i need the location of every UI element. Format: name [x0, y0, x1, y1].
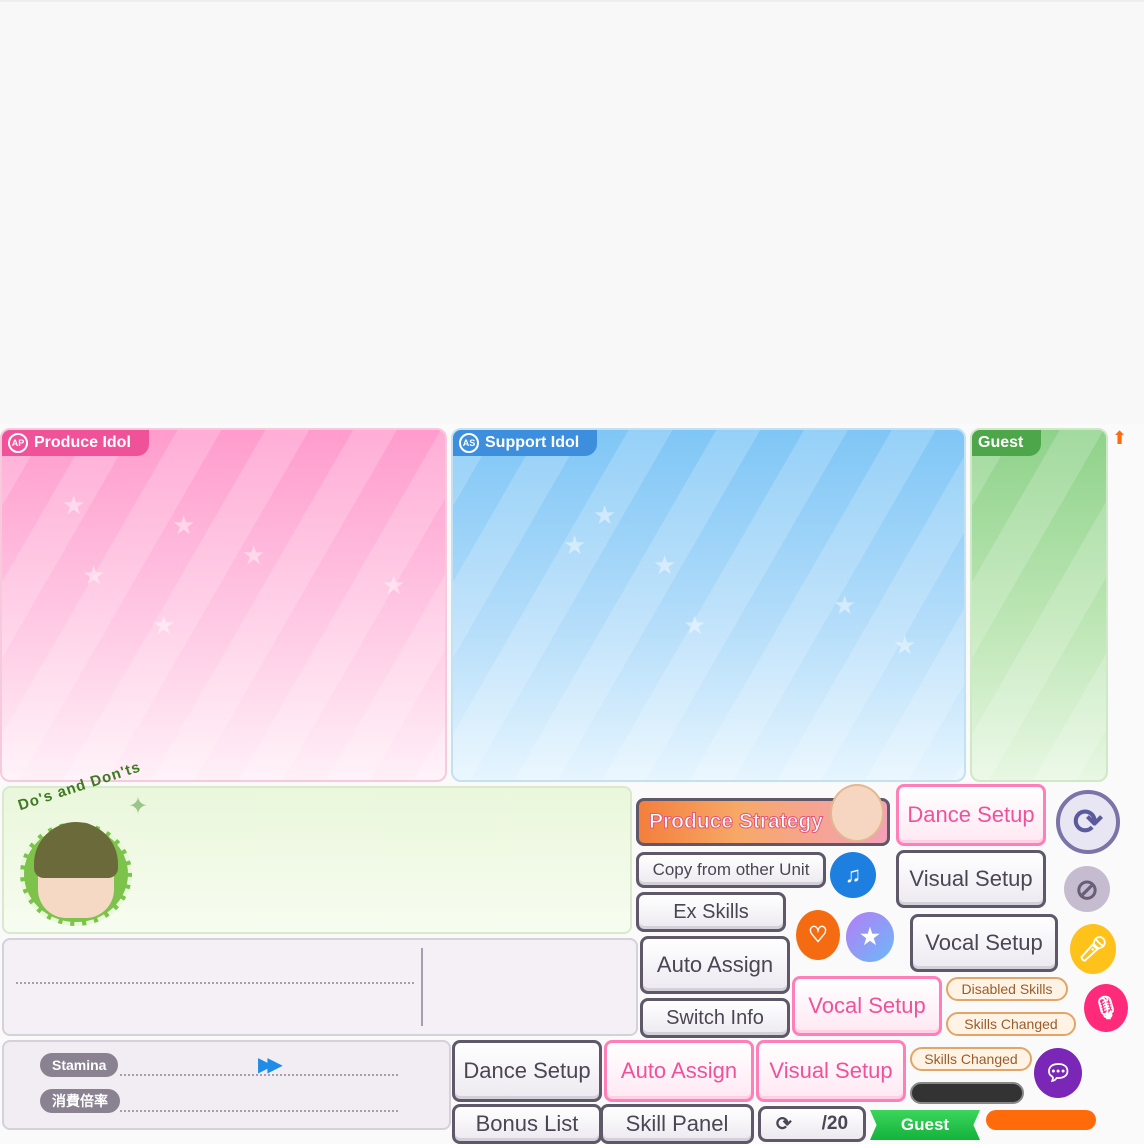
microphone-icon[interactable]: 🎤︎: [1070, 924, 1116, 974]
star-decoration: ★ ★ ★ ★ ★ ★: [62, 490, 406, 640]
dance-setup-bottom-button[interactable]: Dance Setup: [452, 1040, 602, 1102]
guest-tag-bottom: Guest: [870, 1110, 980, 1140]
arrow-up-icon: ⬆: [1112, 428, 1128, 448]
guest-tag-top: Guest: [972, 430, 1042, 456]
auto-assign-pink-button[interactable]: Auto Assign: [604, 1040, 754, 1102]
orange-bar: [986, 1110, 1096, 1130]
produce-strategy-label: Produce Strategy: [649, 810, 824, 834]
count-box[interactable]: ⟳ /20: [758, 1106, 866, 1142]
stamina-label: Stamina: [40, 1053, 119, 1077]
dark-progress-bar: [910, 1082, 1024, 1104]
support-badge-icon: AS: [459, 433, 479, 453]
disabled-skills-chip: Disabled Skills: [946, 977, 1068, 1001]
switch-info-label: Switch Info: [666, 1006, 764, 1029]
disabled-icon[interactable]: ⊘: [1064, 866, 1110, 912]
info-box: [2, 938, 638, 1036]
produce-idol-tag: AP Produce Idol: [2, 430, 149, 456]
refresh-icon[interactable]: ⟳: [1056, 790, 1120, 854]
skills-changed-chip: Skills Changed: [946, 1012, 1076, 1036]
count-label: /20: [821, 1113, 849, 1134]
vocal-setup-pink-button[interactable]: Vocal Setup: [792, 976, 942, 1036]
skill-panel-button[interactable]: Skill Panel: [600, 1104, 754, 1144]
fast-forward-icon[interactable]: ▶▶: [258, 1052, 283, 1077]
heart-icon[interactable]: ♡: [796, 910, 840, 960]
star-icon[interactable]: ★: [846, 912, 894, 962]
support-idol-panel[interactable]: ★ ★ ★ ★ ★ ★ AS Support Idol: [451, 428, 966, 782]
support-idol-tag: AS Support Idol: [453, 430, 598, 456]
empty-header-area: [0, 0, 1144, 424]
produce-badge-icon: AP: [8, 433, 28, 453]
mic-pink-icon[interactable]: 🎙︎: [1084, 984, 1128, 1032]
skills-changed-chip-2: Skills Changed: [910, 1047, 1032, 1071]
copy-from-other-unit-button[interactable]: Copy from other Unit: [636, 852, 826, 888]
refresh-small-icon: ⟳: [775, 1113, 792, 1135]
speaker-icon[interactable]: ♫: [830, 852, 876, 898]
produce-idol-label: Produce Idol: [34, 434, 131, 451]
switch-info-button[interactable]: Switch Info: [640, 998, 790, 1038]
ex-skills-button[interactable]: Ex Skills: [636, 892, 786, 932]
ratio-line: [120, 1110, 398, 1112]
guest-label: Guest: [978, 434, 1024, 451]
ratio-label: 消費倍率: [40, 1089, 120, 1113]
chat-bubble-icon[interactable]: 💬︎: [1034, 1048, 1082, 1098]
strategy-avatar: [830, 784, 884, 842]
visual-setup-pink-button[interactable]: Visual Setup: [756, 1040, 906, 1102]
info-divider: [16, 982, 414, 984]
guest-panel[interactable]: Guest: [970, 428, 1108, 782]
dance-setup-top-button[interactable]: Dance Setup: [896, 784, 1046, 846]
support-idol-label: Support Idol: [485, 434, 580, 451]
vocal-setup-right-button[interactable]: Vocal Setup: [910, 914, 1058, 972]
info-vertical-divider: [421, 948, 423, 1026]
bonus-list-button[interactable]: Bonus List: [452, 1104, 602, 1144]
produce-idol-panel[interactable]: ★ ★ ★ ★ ★ ★ AP Produce Idol: [0, 428, 447, 782]
sparkle-icon: ✦: [128, 793, 149, 820]
star-decoration: ★ ★ ★ ★ ★ ★: [563, 500, 917, 660]
auto-assign-mid-button[interactable]: Auto Assign: [640, 936, 790, 994]
visual-setup-right-button[interactable]: Visual Setup: [896, 850, 1046, 908]
